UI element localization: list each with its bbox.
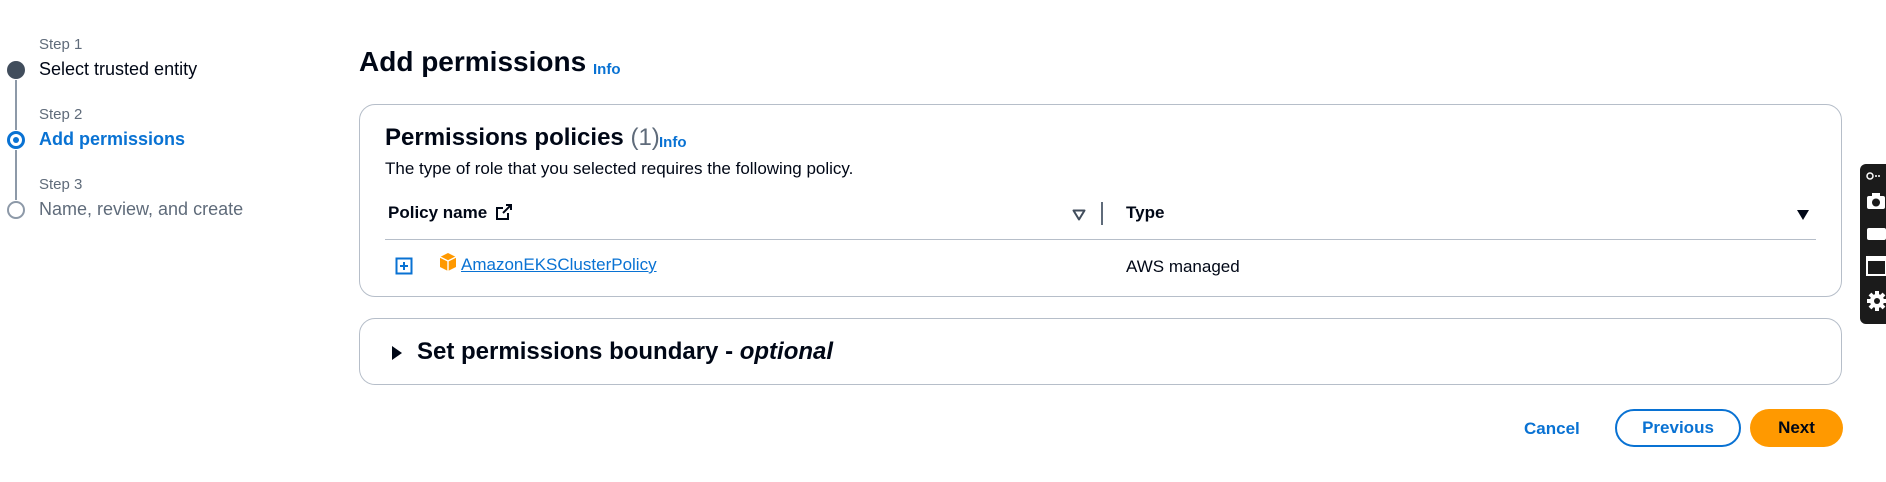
next-button[interactable]: Next — [1750, 409, 1843, 447]
table-header-divider — [385, 239, 1816, 240]
cancel-button[interactable]: Cancel — [1524, 419, 1580, 439]
step-connector — [15, 150, 17, 200]
page-title: Add permissions — [359, 46, 587, 77]
sort-icon[interactable] — [1796, 209, 1810, 221]
policies-count: (1) — [630, 124, 660, 151]
policies-title: Permissions policies — [385, 124, 624, 151]
settings-icon[interactable] — [1866, 290, 1886, 312]
wizard-steps: Step 1 Select trusted entity Step 2 Add … — [0, 0, 330, 482]
step-3-label: Name, review, and create — [39, 199, 244, 219]
policies-description: The type of role that you selected requi… — [385, 159, 854, 178]
sort-icon[interactable] — [1072, 209, 1086, 221]
column-header-policy-name[interactable]: Policy name — [388, 203, 512, 223]
policy-name-link[interactable]: AmazonEKSClusterPolicy — [461, 255, 657, 275]
external-link-icon — [495, 204, 512, 220]
boundary-title: Set permissions boundary - — [417, 338, 740, 365]
boundary-optional-label: optional — [739, 338, 834, 365]
permissions-policies-container: Permissions policies (1) Info The type o… — [359, 104, 1842, 297]
link-icon[interactable] — [1866, 170, 1880, 182]
permissions-boundary-toggle[interactable]: Set permissions boundary - optional — [417, 338, 833, 366]
policy-type: AWS managed — [1126, 257, 1240, 276]
video-icon[interactable] — [1866, 226, 1886, 242]
step-2-number: Step 2 — [39, 106, 83, 123]
step-pending-icon — [7, 201, 25, 219]
column-header-policy-name-label: Policy name — [388, 203, 488, 222]
step-1-number: Step 1 — [39, 36, 83, 53]
column-header-type[interactable]: Type — [1126, 203, 1164, 223]
step-active-icon — [7, 131, 25, 149]
step-connector — [15, 80, 17, 130]
step-2-link[interactable]: Add permissions — [39, 129, 185, 150]
page-info-link[interactable]: Info — [593, 61, 621, 78]
window-icon[interactable] — [1866, 256, 1886, 276]
policies-heading: Permissions policies (1) — [385, 124, 660, 152]
camera-icon[interactable] — [1866, 192, 1886, 210]
policy-box-icon — [439, 253, 457, 271]
column-resizer[interactable] — [1101, 202, 1103, 225]
step-3-number: Step 3 — [39, 176, 83, 193]
step-complete-icon — [7, 61, 25, 79]
expand-icon[interactable] — [395, 257, 413, 275]
previous-button[interactable]: Previous — [1615, 409, 1741, 447]
step-1-link[interactable]: Select trusted entity — [39, 59, 197, 80]
floating-toolbar — [1860, 164, 1886, 324]
caret-right-icon[interactable] — [391, 345, 403, 361]
permissions-boundary-section: Set permissions boundary - optional — [359, 318, 1842, 385]
policies-info-link[interactable]: Info — [659, 134, 687, 151]
